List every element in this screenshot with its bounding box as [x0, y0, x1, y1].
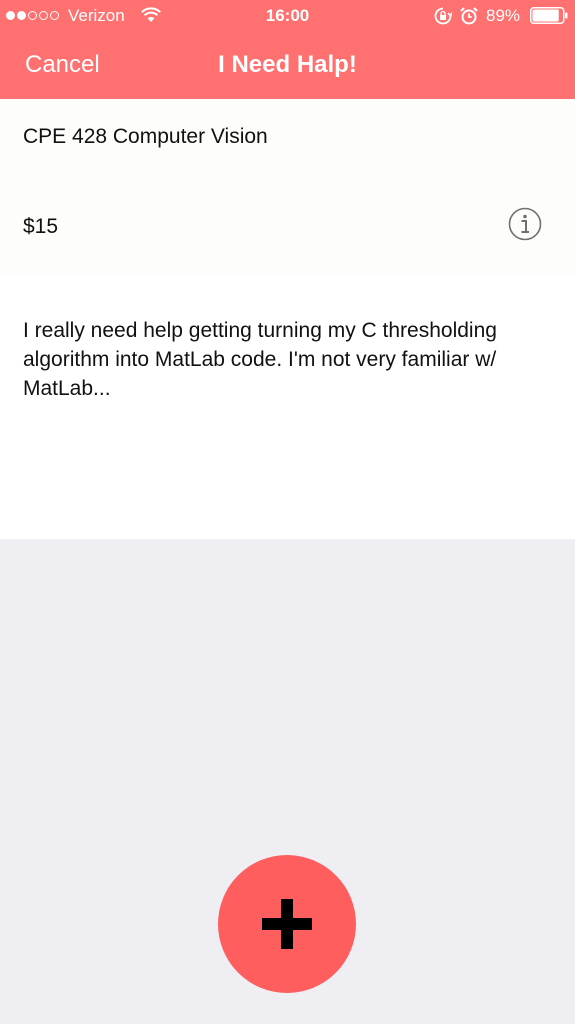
course-value: CPE 428 Computer Vision: [23, 125, 268, 148]
price-field[interactable]: $15: [0, 181, 575, 274]
add-button[interactable]: [218, 855, 356, 993]
description-textarea[interactable]: I really need help getting turning my C …: [16, 285, 561, 539]
plus-icon: [262, 899, 312, 949]
battery-icon: [530, 7, 568, 24]
help-request-form: CPE 428 Computer Vision $15 I really nee…: [0, 99, 575, 539]
screen: Verizon 16:00 89% Cancel I Need Halp! CP…: [0, 0, 575, 1024]
info-icon[interactable]: [508, 207, 542, 241]
status-bar: Verizon 16:00 89%: [0, 0, 575, 32]
battery-percentage: 89%: [486, 6, 521, 25]
price-value: $15: [23, 215, 59, 238]
plus-icon-vertical: [281, 899, 293, 949]
page-title: I Need Halp!: [218, 51, 357, 78]
alarm-icon: [460, 7, 478, 25]
header: Verizon 16:00 89% Cancel I Need Halp!: [0, 0, 575, 99]
course-field[interactable]: CPE 428 Computer Vision: [0, 99, 575, 181]
navigation-bar: Cancel I Need Halp!: [0, 32, 575, 99]
rotation-lock-icon: [434, 7, 452, 25]
description-text: I really need help getting turning my C …: [23, 319, 497, 400]
